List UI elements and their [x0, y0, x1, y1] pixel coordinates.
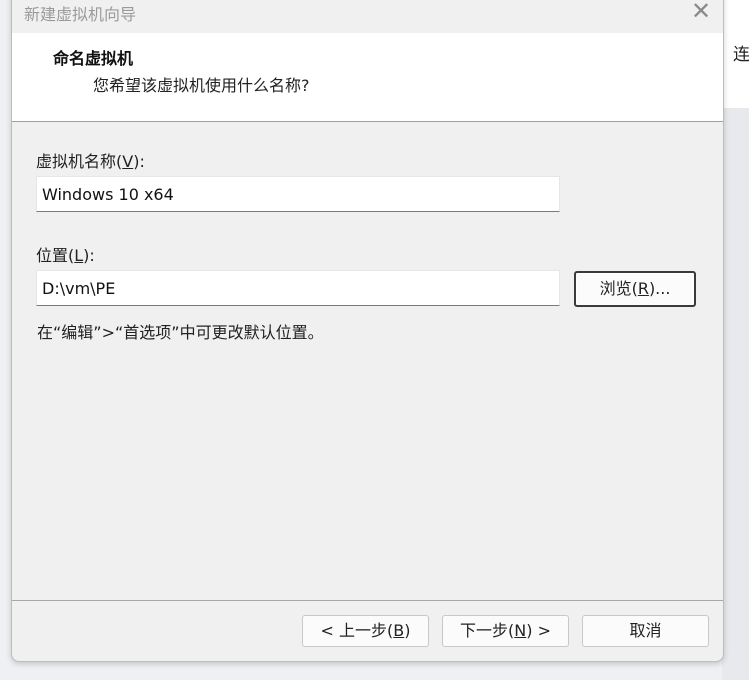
location-label: 位置(L): — [36, 246, 95, 265]
footer-divider — [12, 600, 723, 601]
page-subtitle: 您希望该虚拟机使用什么名称? — [93, 76, 310, 95]
vm-name-label: 虚拟机名称(V): — [36, 152, 145, 171]
browse-button[interactable]: 浏览(R)... — [574, 271, 696, 307]
window-title: 新建虚拟机向导 — [24, 5, 137, 24]
location-input[interactable] — [36, 270, 560, 306]
new-vm-wizard-dialog: 新建虚拟机向导 ✕ 命名虚拟机 您希望该虚拟机使用什么名称? 虚拟机名称(V):… — [11, 0, 724, 662]
background-window-shade — [722, 108, 749, 680]
default-location-hint: 在“编辑”>“首选项”中可更改默认位置。 — [37, 323, 324, 342]
back-button[interactable]: < 上一步(B) — [302, 615, 429, 647]
background-window-text: 连 — [733, 45, 749, 65]
next-button[interactable]: 下一步(N) > — [442, 615, 569, 647]
page-title: 命名虚拟机 — [53, 49, 134, 68]
vm-name-input[interactable] — [36, 176, 560, 212]
title-bar[interactable]: 新建虚拟机向导 ✕ — [12, 0, 723, 33]
header-panel: 命名虚拟机 您希望该虚拟机使用什么名称? — [12, 33, 723, 122]
close-icon[interactable]: ✕ — [687, 0, 715, 23]
cancel-button[interactable]: 取消 — [582, 615, 709, 647]
